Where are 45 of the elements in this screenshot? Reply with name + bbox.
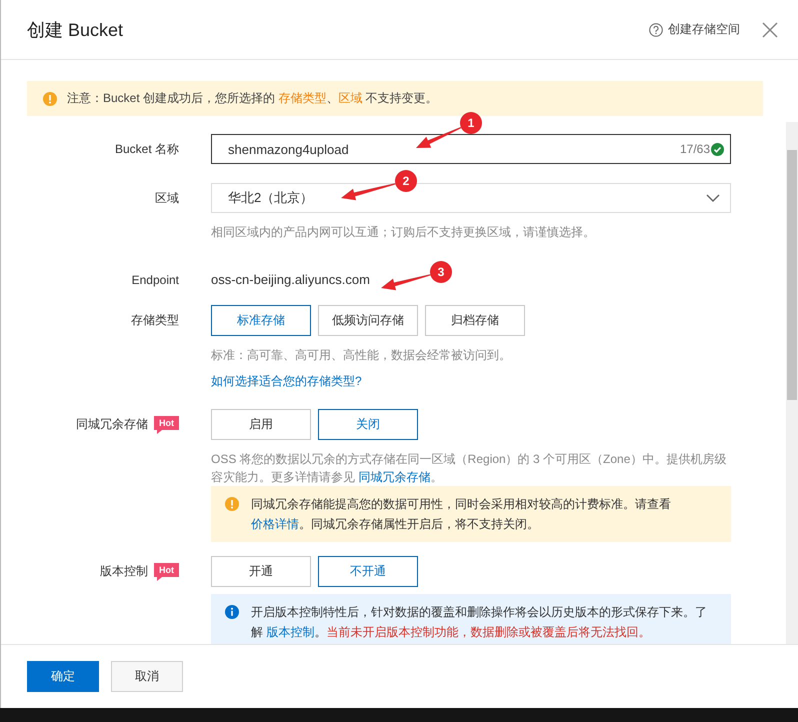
option-button[interactable]: 不开通 — [318, 556, 418, 587]
link[interactable]: 同城冗余存储 — [358, 470, 430, 484]
number-badge: 3 — [430, 261, 452, 283]
alert-text: 同城冗余存储能提高您的数据可用性，同时会采用相对较高的计费标准。请查看 价格详情。同城冗余存储属性开启后，将不支持关闭。 — [251, 496, 672, 533]
hint-text: 相同区域内的产品内网可以互通；订购后不支持更换区域，请谨慎选择。 — [211, 224, 596, 241]
endpoint-value: oss-cn-beijing.aliyuncs.com — [211, 271, 370, 289]
info-icon — [225, 605, 239, 619]
name-input[interactable]: shenmazong4upload 17/63 — [211, 134, 731, 164]
field-label: Endpoint — [132, 272, 179, 289]
hot-tag: Hot — [154, 563, 179, 581]
warning-icon — [225, 497, 239, 511]
option-button[interactable]: 低频访问存储 — [318, 305, 418, 336]
field-label: 版本控制 — [100, 563, 148, 580]
number-badge: 1 — [460, 112, 482, 134]
hint-text: 标准：高可靠、高可用、高性能，数据会经常被访问到。 — [211, 347, 512, 364]
option-button[interactable]: 标准存储 — [211, 305, 311, 336]
link[interactable]: 版本控制 — [266, 625, 314, 639]
help-icon — [649, 22, 663, 36]
scrollbar[interactable] — [786, 122, 798, 644]
option-button[interactable]: 启用 — [211, 409, 311, 440]
dialog-title: 创建 Bucket — [27, 18, 124, 42]
option-button[interactable]: 归档存储 — [425, 305, 525, 336]
description-text: OSS 将您的数据以冗余的方式存储在同一区域（Region）的 3 个可用区（Zone）中。提供机房级容灾能力。更多详情请参见 同城冗余存储。 — [211, 451, 728, 486]
cancel-button[interactable]: 取消 — [111, 661, 183, 692]
confirm-button[interactable]: 确定 — [27, 661, 99, 692]
close-icon — [762, 22, 778, 38]
character-counter: 17/63 — [680, 142, 710, 156]
warning-icon — [43, 92, 57, 106]
field-label: 存储类型 — [131, 312, 179, 329]
hot-tag: Hot — [154, 416, 179, 434]
chevron-down-icon — [706, 194, 720, 202]
help-link[interactable]: 如何选择适合您的存储类型? — [211, 374, 362, 388]
help-link[interactable]: 创建存储空间 — [668, 21, 740, 38]
annotation-arrow — [341, 183, 396, 201]
field-label: 同城冗余存储 — [76, 416, 148, 433]
number-badge: 2 — [395, 170, 417, 192]
option-button[interactable]: 开通 — [211, 556, 311, 587]
alert-text: 开启版本控制特性后，针对数据的覆盖和删除操作将会以历史版本的形式保存下来。了解 版本控制。当前未开启版本控制功能，数据删除或被覆盖后将无法找回。 — [251, 604, 708, 641]
link[interactable]: 价格详情 — [251, 517, 299, 531]
field-label: Bucket 名称 — [114, 141, 179, 158]
notice-text: 注意：Bucket 创建成功后，您所选择的 存储类型、区域 不支持变更。 — [67, 90, 438, 107]
annotation-arrow — [381, 274, 431, 291]
annotation-arrow — [416, 127, 462, 148]
field-label: 区域 — [155, 190, 179, 207]
option-button[interactable]: 关闭 — [318, 409, 418, 440]
